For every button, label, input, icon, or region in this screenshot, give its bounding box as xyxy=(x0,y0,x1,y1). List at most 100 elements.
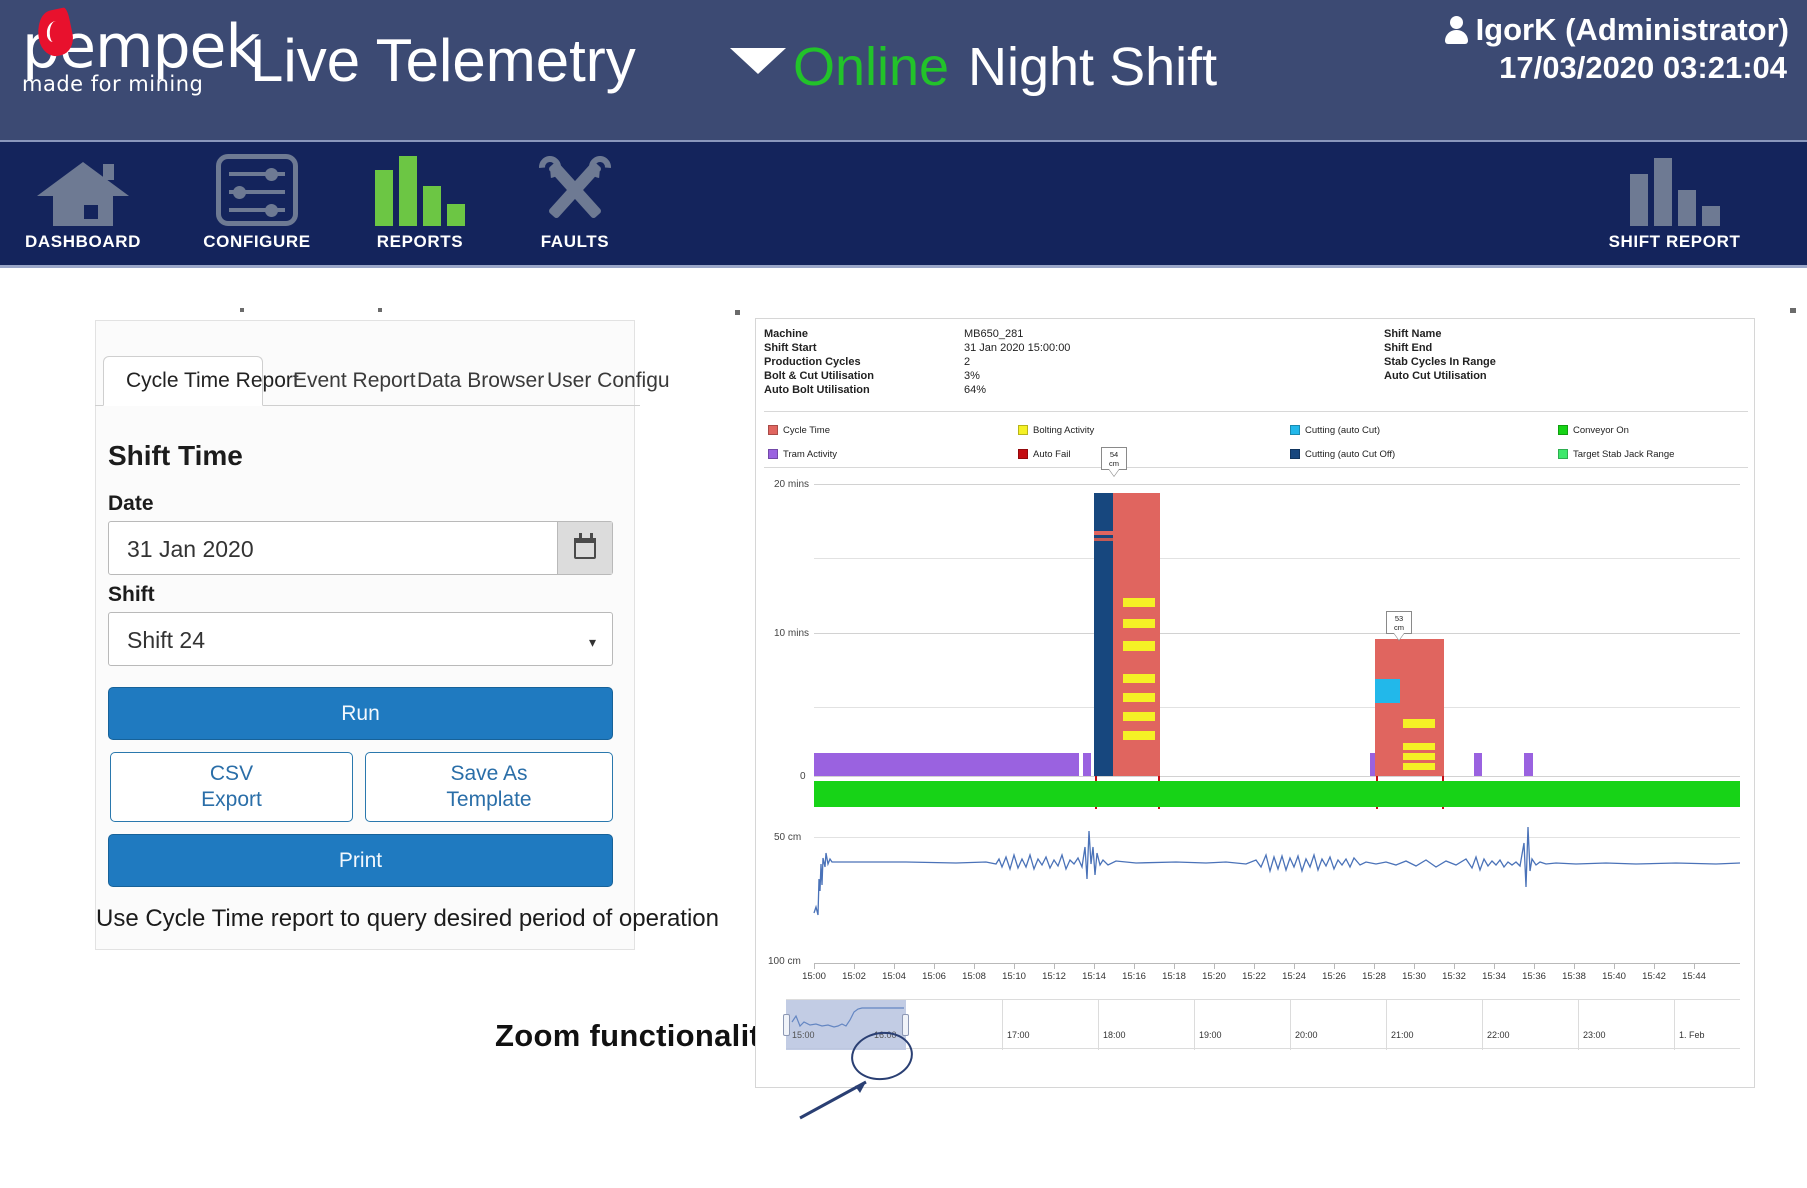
date-value: 31 Jan 2020 xyxy=(127,536,254,562)
metadata-key: Shift End xyxy=(1384,342,1433,354)
metadata-key: Auto Bolt Utilisation xyxy=(764,384,870,396)
bar-bolting-activity xyxy=(1403,763,1435,770)
metadata-key: Machine xyxy=(764,328,809,340)
callout-value: 54 xyxy=(1109,450,1119,459)
shift-value: Shift 24 xyxy=(127,627,205,653)
navigator-handle-right[interactable] xyxy=(902,1014,909,1036)
app-header: pempek made for mining Live Telemetry On… xyxy=(0,0,1807,140)
bar-segment-divider xyxy=(1094,538,1113,541)
navigator-tick-label: 18:00 xyxy=(1103,1030,1126,1040)
legend-swatch xyxy=(1018,425,1028,435)
legend-label: Target Stab Jack Range xyxy=(1573,448,1675,460)
gridline xyxy=(814,837,1740,838)
y-tick-20-mins: 20 mins xyxy=(774,479,810,490)
bar-bolting-activity xyxy=(1123,619,1155,628)
decoration-dot xyxy=(735,310,740,315)
x-tick-label: 15:28 xyxy=(1362,971,1386,982)
save-template-line2: Template xyxy=(446,788,532,811)
tools-icon xyxy=(534,151,616,226)
bar-bolting-activity xyxy=(1123,598,1155,607)
navigator-tick-label: 15:00 xyxy=(792,1030,815,1040)
user-block[interactable]: IgorK (Administrator) xyxy=(1444,12,1789,48)
legend-label: Tram Activity xyxy=(783,448,838,460)
legend-swatch xyxy=(1290,449,1300,459)
calendar-button[interactable] xyxy=(557,522,612,574)
x-tick-label: 15:16 xyxy=(1122,971,1146,982)
navigator-tick-label: 19:00 xyxy=(1199,1030,1222,1040)
legend-swatch xyxy=(1558,425,1568,435)
metadata-row: Auto Bolt Utilisation 64% xyxy=(764,383,1748,397)
metadata-key: Shift Name xyxy=(1384,328,1442,340)
main-nav: DASHBOARD CONFIGURE REPORTS FAULTS SHIFT… xyxy=(0,140,1807,268)
date-field[interactable]: 31 Jan 2020 xyxy=(108,521,613,575)
tab-cycle-time-report[interactable]: Cycle Time Report xyxy=(103,356,299,406)
x-tick-label: 15:40 xyxy=(1602,971,1626,982)
nav-item-configure[interactable]: CONFIGURE xyxy=(182,152,332,264)
caption-left: Use Cycle Time report to query desired p… xyxy=(96,905,719,932)
navigator-tick-label: 17:00 xyxy=(1007,1030,1030,1040)
tab-user-configuration[interactable]: User Configu xyxy=(525,356,692,406)
section-title-shift-time: Shift Time xyxy=(108,440,243,471)
x-tick-label: 15:36 xyxy=(1522,971,1546,982)
x-tick-label: 15:00 xyxy=(802,971,826,982)
navigator-tick-label: 21:00 xyxy=(1391,1030,1414,1040)
nav-item-reports[interactable]: REPORTS xyxy=(345,152,495,264)
print-button[interactable]: Print xyxy=(108,834,613,887)
metadata-key: Bolt & Cut Utilisation xyxy=(764,370,874,382)
navigator-handle-left[interactable] xyxy=(783,1014,790,1036)
callout-unit: cm xyxy=(1394,623,1404,632)
x-tick-label: 15:06 xyxy=(922,971,946,982)
timestamp-label: 17/03/2020 03:21:04 xyxy=(1499,50,1787,85)
bar-cutting-auto-cut-off xyxy=(1094,493,1113,776)
nav-label-dashboard: DASHBOARD xyxy=(25,232,141,251)
legend-swatch xyxy=(1018,449,1028,459)
x-tick-label: 15:26 xyxy=(1322,971,1346,982)
metadata-value: 3% xyxy=(964,370,980,382)
chevron-down-icon: ▾ xyxy=(588,634,596,650)
gridline xyxy=(814,484,1740,485)
x-axis xyxy=(814,963,1740,964)
divider xyxy=(764,467,1748,468)
time-range-navigator[interactable]: 15:00 16:00 17:00 18:00 19:00 20:00 21:0… xyxy=(783,999,1740,1050)
metadata-key: Auto Cut Utilisation xyxy=(1384,370,1487,382)
metadata-row: Bolt & Cut Utilisation 3% Auto Cut Utili… xyxy=(764,369,1748,383)
legend-swatch xyxy=(1290,425,1300,435)
legend-swatch xyxy=(768,425,778,435)
nav-item-faults[interactable]: FAULTS xyxy=(500,151,650,264)
band-conveyor-on xyxy=(814,781,1740,807)
y-tick-100cm: 100 cm xyxy=(768,956,801,967)
x-tick-label: 15:32 xyxy=(1442,971,1466,982)
nav-label-reports: REPORTS xyxy=(376,232,464,251)
nav-item-dashboard[interactable]: DASHBOARD xyxy=(8,152,158,264)
label-date: Date xyxy=(108,492,154,515)
gridline xyxy=(814,633,1740,634)
run-button[interactable]: Run xyxy=(108,687,613,740)
nav-item-shift-report[interactable]: SHIFT REPORT xyxy=(1582,152,1767,264)
csv-export-button[interactable]: CSV Export xyxy=(110,752,353,822)
legend-swatch xyxy=(1558,449,1568,459)
x-tick-label: 15:18 xyxy=(1162,971,1186,982)
home-icon xyxy=(37,152,129,226)
y-tick-50cm: 50 cm xyxy=(774,832,802,843)
legend-item-target-stab-jack-range: Target Stab Jack Range xyxy=(1558,449,1748,460)
tab-label: User Configu xyxy=(547,369,670,392)
bar-bolting-activity xyxy=(1403,743,1435,750)
user-name-label: IgorK (Administrator) xyxy=(1475,12,1789,47)
user-icon xyxy=(1444,15,1468,45)
legend-swatch xyxy=(768,449,778,459)
save-as-template-button[interactable]: Save As Template xyxy=(365,752,613,822)
legend-item-conveyor-on: Conveyor On xyxy=(1558,425,1748,436)
callout-stab-height-2: 53 cm xyxy=(1386,611,1412,640)
x-tick-label: 15:02 xyxy=(842,971,866,982)
report-tabs: Cycle Time Report Event Report Data Brow… xyxy=(95,356,670,406)
legend-label: Bolting Activity xyxy=(1033,424,1095,436)
callout-stab-height-1: 54 cm xyxy=(1101,447,1127,476)
y-tick-10-mins: 10 mins xyxy=(774,628,810,639)
y-tick-0: 0 xyxy=(800,771,806,782)
callout-value: 53 xyxy=(1394,614,1404,623)
caret-down-icon[interactable] xyxy=(730,48,786,74)
bar-segment-divider xyxy=(1094,531,1113,535)
legend-label: Conveyor On xyxy=(1573,424,1629,436)
shift-select[interactable]: Shift 24 ▾ xyxy=(108,612,613,666)
metadata-key: Stab Cycles In Range xyxy=(1384,356,1496,368)
